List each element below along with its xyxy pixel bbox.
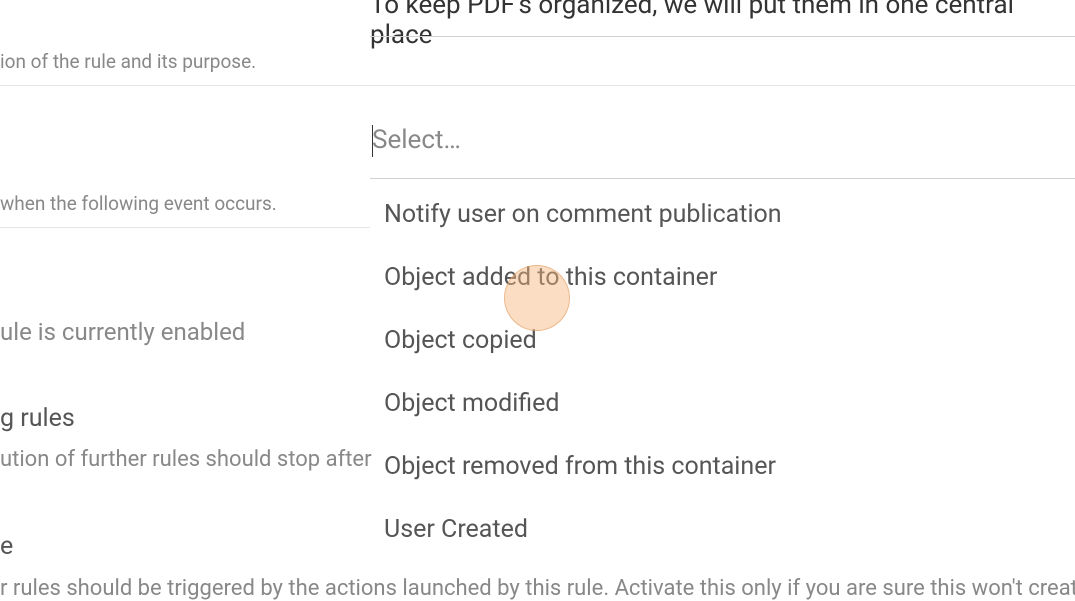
cascade-heading: e xyxy=(0,532,13,561)
select-underline xyxy=(370,178,1075,179)
description-divider xyxy=(0,85,1075,86)
dropdown-option-object-copied[interactable]: Object copied xyxy=(370,309,1075,372)
event-hint-text: when the following event occurs. xyxy=(0,192,277,215)
dropdown-option-user-created[interactable]: User Created xyxy=(370,498,1075,561)
description-hint-text: ion of the rule and its purpose. xyxy=(0,50,256,73)
rule-form-container: To keep PDF's organized, we will put the… xyxy=(0,0,1075,601)
dropdown-option-notify-comment[interactable]: Notify user on comment publication xyxy=(370,183,1075,246)
event-divider xyxy=(0,227,370,228)
dropdown-option-object-added[interactable]: Object added to this container xyxy=(370,246,1075,309)
enabled-status-text: ule is currently enabled xyxy=(0,318,245,346)
rule-title-input[interactable]: To keep PDF's organized, we will put the… xyxy=(370,0,1070,50)
dropdown-option-object-removed[interactable]: Object removed from this container xyxy=(370,435,1075,498)
stop-rules-heading: g rules xyxy=(0,404,75,433)
cascade-hint: r rules should be triggered by the actio… xyxy=(0,576,1075,601)
title-underline xyxy=(370,36,1075,37)
trigger-event-select[interactable]: Select… xyxy=(372,125,1072,155)
event-dropdown-list: Notify user on comment publication Objec… xyxy=(370,183,1075,561)
stop-rules-hint: ution of further rules should stop after xyxy=(0,447,372,472)
dropdown-option-object-modified[interactable]: Object modified xyxy=(370,372,1075,435)
